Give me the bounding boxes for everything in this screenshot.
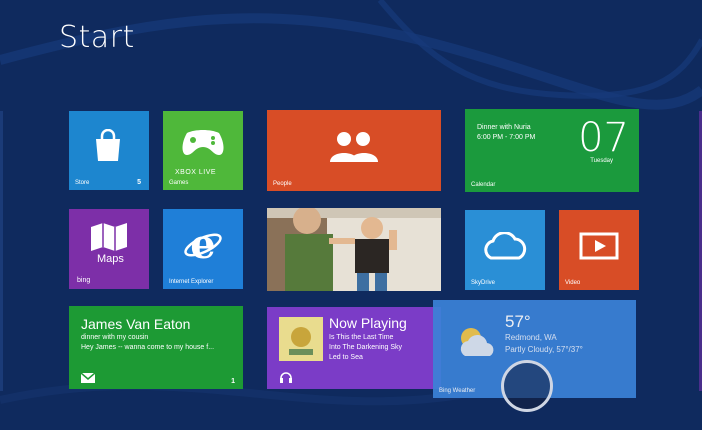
weather-condition: Partly Cloudy, 57°/37° xyxy=(505,345,583,354)
tile-video[interactable]: Video xyxy=(559,210,639,290)
people-icon xyxy=(330,132,378,162)
xbox-controller-icon xyxy=(182,130,224,155)
partly-cloudy-icon xyxy=(460,328,494,356)
photo-thumbnail xyxy=(267,208,441,291)
bing-brand: bing xyxy=(77,277,91,284)
tile-label: SkyDrive xyxy=(471,280,496,286)
notification-badge: 1 xyxy=(231,378,235,385)
album-title: Into The Darkening Sky xyxy=(329,344,403,351)
video-play-icon xyxy=(579,232,619,260)
shopping-bag-icon xyxy=(96,129,120,161)
mail-preview: Hey James -- wanna come to my house f... xyxy=(81,344,215,351)
tile-mail[interactable]: James Van Eaton dinner with my cousin He… xyxy=(69,306,243,389)
tile-photos[interactable] xyxy=(267,208,441,291)
xbox-live-brand: XBOX LIVE xyxy=(175,169,217,176)
tile-label: Calendar xyxy=(471,182,496,188)
edge-tile-left[interactable] xyxy=(0,111,3,391)
tile-maps[interactable]: Maps bing xyxy=(69,209,149,289)
tile-label: Bing Weather xyxy=(439,388,476,394)
tile-internet-explorer[interactable]: e Internet Explorer xyxy=(163,209,243,289)
map-icon xyxy=(91,223,127,251)
tile-label: Video xyxy=(565,280,581,286)
tile-music[interactable]: Now Playing Is This the Last Time Into T… xyxy=(267,307,441,389)
tile-calendar[interactable]: Dinner with Nuria 6:00 PM - 7:00 PM 07 T… xyxy=(465,109,639,192)
ie-logo-icon: e xyxy=(184,225,222,265)
event-title: Dinner with Nuria xyxy=(477,124,531,131)
track-info: Is This the Last Time Into The Darkening… xyxy=(329,333,402,363)
tile-people[interactable]: People xyxy=(267,110,441,191)
cloud-icon xyxy=(484,232,527,260)
tile-label: Internet Explorer xyxy=(169,279,214,285)
event-time: 6:00 PM - 7:00 PM xyxy=(477,134,536,141)
notification-badge: 5 xyxy=(137,179,141,186)
weather-temperature: 57° xyxy=(505,312,531,331)
weather-details: Redmond, WA Partly Cloudy, 57°/37° xyxy=(505,332,583,356)
mail-icon xyxy=(81,373,95,383)
tile-label: Store xyxy=(75,180,90,186)
calendar-weekday: Tuesday xyxy=(590,158,613,164)
tile-store[interactable]: Store 5 xyxy=(69,111,149,190)
now-playing-heading: Now Playing xyxy=(329,315,407,331)
album-art xyxy=(279,317,323,361)
calendar-event: Dinner with Nuria 6:00 PM - 7:00 PM xyxy=(477,123,535,143)
tile-label: Games xyxy=(169,180,189,186)
tile-skydrive[interactable]: SkyDrive xyxy=(465,210,545,290)
track-title: Is This the Last Time xyxy=(329,334,394,341)
tile-label: Maps xyxy=(97,253,124,265)
tile-label: People xyxy=(273,181,292,187)
headphones-icon xyxy=(280,372,292,383)
artist-name: Led to Sea xyxy=(329,354,363,361)
weather-location: Redmond, WA xyxy=(505,333,557,342)
tile-games[interactable]: XBOX LIVE Games xyxy=(163,111,243,190)
mail-subject: dinner with my cousin xyxy=(81,334,149,341)
touch-point-indicator xyxy=(501,360,553,412)
calendar-day-number: 07 xyxy=(578,115,629,161)
page-title: Start xyxy=(59,20,135,55)
svg-text:e: e xyxy=(190,225,215,265)
mail-sender: James Van Eaton xyxy=(81,316,191,332)
